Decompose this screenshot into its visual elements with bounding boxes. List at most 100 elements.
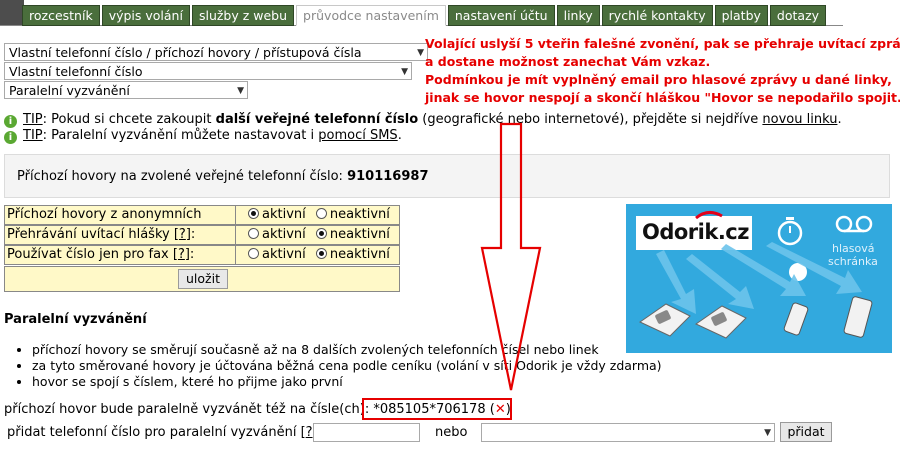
chevron-down-icon: ▼ <box>764 428 771 438</box>
tab-linky[interactable]: linky <box>556 5 600 26</box>
radio-label: neaktivní <box>329 207 390 222</box>
radio-label: aktivní <box>262 227 306 242</box>
desk-phone-icon <box>694 305 747 339</box>
voicemail-label-1: hlasová <box>832 242 874 255</box>
annotation-line: a dostane možnost zanechat Vám vzkaz. <box>425 54 711 69</box>
incoming-label: Příchozí hovory na zvolené veřejné telef… <box>17 169 348 184</box>
annotation-highlight-box <box>362 398 512 420</box>
parallel-info-list: příchozí hovory se směrují současně až n… <box>14 342 662 390</box>
sms-link[interactable]: pomocí SMS <box>318 128 397 143</box>
settings-options: aktivní neaktivní <box>234 226 396 244</box>
radio-label: neaktivní <box>329 227 390 242</box>
nav-tabs: rozcestník výpis volání služby z webu pr… <box>22 5 828 26</box>
settings-label-tail: ]: <box>184 247 195 262</box>
radio-inactive[interactable]: neaktivní <box>315 207 390 222</box>
mobile-phone-icon <box>783 302 809 336</box>
desk-phone-icon <box>638 303 691 337</box>
nav-left-decoration <box>0 0 24 26</box>
incoming-number-box: Příchozí hovory na zvolené veřejné telef… <box>4 154 890 198</box>
radio-icon[interactable] <box>248 208 259 219</box>
category-select-value: Vlastní telefonní číslo / příchozí hovor… <box>9 45 362 60</box>
settings-label-tail: ]: <box>185 227 196 242</box>
tip-text-bold: další veřejné telefonní číslo <box>215 112 419 127</box>
radio-icon[interactable] <box>315 208 327 219</box>
parallel-heading: Paralelní vyzvánění <box>4 312 147 327</box>
tab-rozcestnik[interactable]: rozcestník <box>22 5 100 26</box>
settings-label-text: Přehrávání uvítací hlášky [ <box>7 227 179 242</box>
settings-label: Přehrávání uvítací hlášky [?]: <box>5 226 236 244</box>
info-icon: i <box>4 115 17 128</box>
stopwatch-icon <box>777 217 803 246</box>
phone-number-input[interactable] <box>313 423 420 442</box>
radio-icon[interactable] <box>248 248 259 259</box>
radio-active[interactable]: aktivní <box>248 207 306 222</box>
list-item: za tyto směrované hovory je účtována běž… <box>32 358 662 374</box>
settings-label: Používat číslo jen pro fax [?]: <box>5 246 236 264</box>
odorik-banner[interactable]: Odorik.cz hlasová schránka <box>626 204 892 353</box>
save-button[interactable]: uložit <box>178 269 228 289</box>
settings-label-text: Používat číslo jen pro fax [ <box>7 247 178 262</box>
annotation-line: Podmínkou je mít vyplněný email pro hlas… <box>425 72 892 87</box>
list-item: hovor se spojí s číslem, které ho přijme… <box>32 374 662 390</box>
tab-sluzby-z-webu[interactable]: služby z webu <box>191 5 295 26</box>
settings-options: aktivní neaktivní <box>234 246 396 264</box>
tip-text: : Pokud si chcete zakoupit <box>42 112 216 127</box>
category-select[interactable]: Vlastní telefonní číslo / příchozí hovor… <box>4 43 428 61</box>
chevron-down-icon: ▼ <box>401 67 408 77</box>
number-select[interactable]: Vlastní telefonní číslo ▼ <box>4 62 412 80</box>
settings-options: aktivní neaktivní <box>234 206 396 224</box>
radio-active[interactable]: aktivní <box>248 227 306 242</box>
tip-label[interactable]: TIP <box>23 112 43 127</box>
info-icon: i <box>4 131 17 144</box>
parallel-current-label: příchozí hovor bude paralelně vyzvánět t… <box>4 402 374 417</box>
help-link[interactable]: ? <box>306 425 313 440</box>
incoming-number: 910116987 <box>347 169 429 184</box>
radio-icon[interactable] <box>248 228 259 239</box>
settings-row-anonymous: Příchozí hovory z anonymních čísel: akti… <box>4 205 400 240</box>
tab-rychle-kontakty[interactable]: rychlé kontakty <box>601 5 713 26</box>
number-select-value: Vlastní telefonní číslo <box>9 64 143 79</box>
radio-label: aktivní <box>262 207 306 222</box>
contact-select[interactable]: ▼ <box>481 423 775 442</box>
settings-label: Příchozí hovory z anonymních čísel: <box>5 206 236 240</box>
add-button[interactable]: přidat <box>780 422 832 442</box>
settings-row-fax: Používat číslo jen pro fax [?]: aktivní … <box>4 245 400 265</box>
mode-select-value: Paralelní vyzvánění <box>9 83 130 98</box>
radio-label: aktivní <box>262 247 306 262</box>
tip-buy-number: i TIP: Pokud si chcete zakoupit další veř… <box>4 112 842 128</box>
tip-sms: i TIP: Paralelní vyzvánění můžete nastavo… <box>4 128 402 144</box>
list-item: příchozí hovory se směrují současně až n… <box>32 342 662 358</box>
save-row: uložit <box>4 266 400 292</box>
tab-platby[interactable]: platby <box>714 5 768 26</box>
new-line-link[interactable]: novou linku <box>762 112 837 127</box>
radio-icon[interactable] <box>315 248 327 259</box>
tip-text: : Paralelní vyzvánění můžete nastavovat … <box>42 128 319 143</box>
radio-icon[interactable] <box>315 228 327 239</box>
tab-vypis-volani[interactable]: výpis volání <box>101 5 190 26</box>
chevron-down-icon: ▼ <box>237 86 244 96</box>
mode-select[interactable]: Paralelní vyzvánění ▼ <box>4 81 248 99</box>
radio-inactive[interactable]: neaktivní <box>315 227 390 242</box>
tab-pruvodce-nastavenim[interactable]: průvodce nastavením <box>296 5 446 26</box>
radio-active[interactable]: aktivní <box>248 247 306 262</box>
smartphone-icon <box>843 296 873 338</box>
top-navigation: rozcestník výpis volání služby z webu pr… <box>0 0 900 26</box>
add-number-line: přidat telefonní číslo pro paralelní vyz… <box>7 425 322 440</box>
chevron-down-icon: ▼ <box>417 48 424 58</box>
help-link[interactable]: ? <box>179 227 186 242</box>
tip-label[interactable]: TIP <box>23 128 43 143</box>
voicemail-icon <box>835 215 873 233</box>
annotation-note: Volající uslyší 5 vteřin falešné zvonění… <box>425 35 900 107</box>
tip-text: (geografické nebo internetové), přejděte… <box>418 112 763 127</box>
or-label: nebo <box>435 425 468 440</box>
help-link[interactable]: ? <box>178 247 185 262</box>
radio-inactive[interactable]: neaktivní <box>315 247 390 262</box>
tab-dotazy[interactable]: dotazy <box>769 5 827 26</box>
add-number-label: přidat telefonní číslo pro paralelní vyz… <box>7 425 306 440</box>
annotation-line: Volající uslyší 5 vteřin falešné zvonění… <box>425 36 900 51</box>
tab-nastaveni-uctu[interactable]: nastavení účtu <box>447 5 555 26</box>
voicemail-label-2: schránka <box>828 255 878 268</box>
tip-text: . <box>837 112 842 127</box>
tip-text: . <box>397 128 402 143</box>
settings-row-greeting: Přehrávání uvítací hlášky [?]: aktivní n… <box>4 225 400 245</box>
